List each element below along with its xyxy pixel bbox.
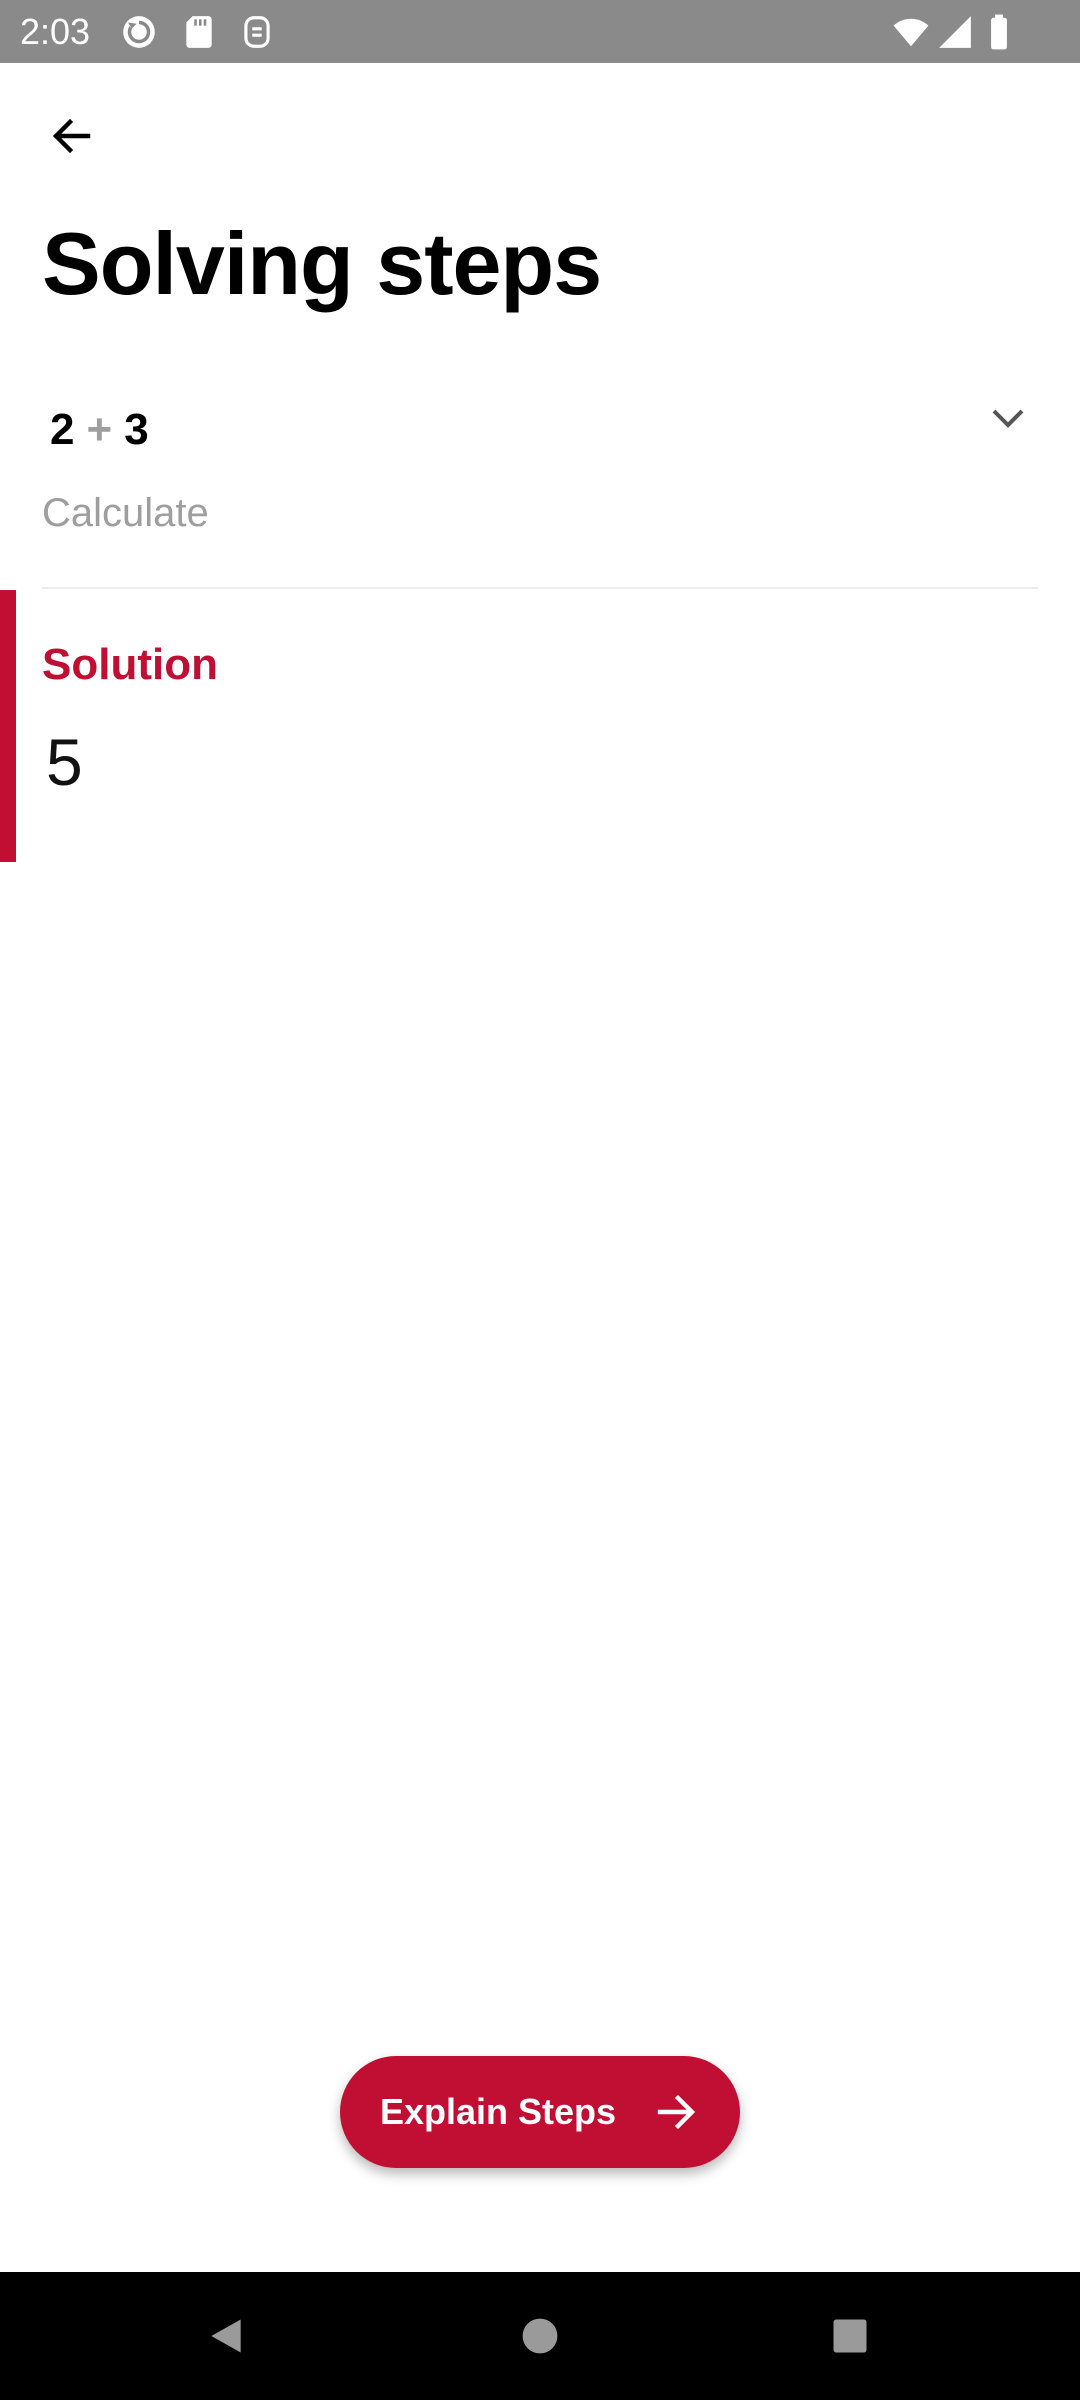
nav-back-button[interactable]	[186, 2296, 266, 2376]
navigation-bar	[0, 2272, 1080, 2400]
solution-heading: Solution	[42, 640, 218, 689]
operand-a: 2	[50, 405, 75, 454]
page-title: Solving steps	[42, 214, 602, 313]
recents-square-icon	[833, 2319, 867, 2353]
solution-accent-bar	[0, 590, 16, 862]
nav-recents-button[interactable]	[810, 2296, 890, 2376]
home-circle-icon	[522, 2318, 558, 2354]
battery-icon	[991, 14, 1007, 50]
explain-steps-label: Explain Steps	[379, 2091, 617, 2132]
arrow-left-icon	[52, 118, 91, 154]
sync-icon	[123, 16, 155, 48]
wifi-icon	[893, 18, 929, 47]
nav-home-button[interactable]	[500, 2296, 580, 2376]
back-button[interactable]	[32, 96, 112, 176]
explain-steps-button[interactable]: Explain Steps	[340, 2056, 740, 2168]
status-time: 2:03	[20, 11, 91, 52]
solution-value: 5	[46, 725, 83, 799]
sd-card-icon	[186, 16, 212, 48]
problem-label: Calculate	[42, 491, 209, 535]
operand-b: 3	[124, 405, 149, 454]
cell-signal-icon	[939, 16, 971, 48]
arrow-right-icon	[657, 2094, 696, 2130]
divider	[42, 587, 1038, 589]
operator: +	[86, 405, 113, 454]
back-triangle-icon	[211, 2319, 241, 2353]
chevron-down-icon[interactable]	[984, 394, 1032, 442]
status-bar: 2:03	[0, 0, 1080, 63]
problem-row[interactable]: 2 +3 Calculate	[42, 380, 1038, 588]
solution-block: Solution 5	[0, 590, 1080, 862]
problem-expression: 2 +3	[50, 402, 149, 458]
assistant-icon	[244, 16, 270, 48]
